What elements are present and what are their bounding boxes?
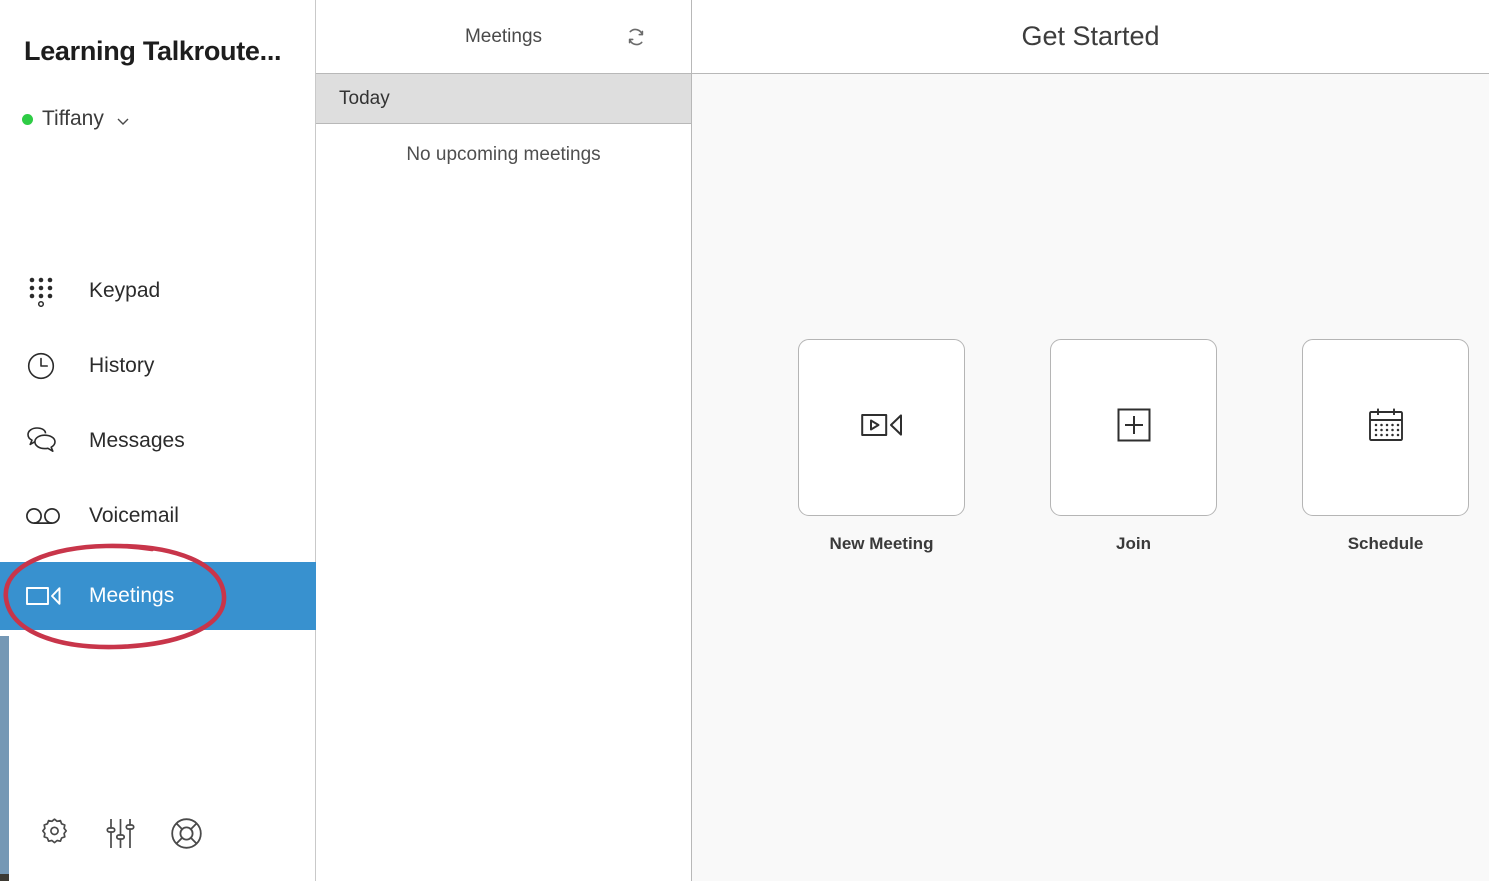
window-left-edge-strip	[0, 636, 9, 881]
presence-status-dot	[22, 113, 33, 125]
meetings-list-panel: Meetings Today No upcoming meetings	[316, 0, 692, 881]
sidebar-item-history[interactable]: History	[0, 337, 316, 394]
join-button[interactable]	[1050, 339, 1217, 516]
sidebar-item-voicemail[interactable]: Voicemail	[0, 487, 316, 544]
get-started-panel: Get Started New Meeting Join Schedule	[692, 0, 1489, 881]
card-label: Schedule	[1347, 534, 1424, 553]
card-label: Join	[1116, 534, 1151, 553]
card-join: Join	[1050, 339, 1217, 554]
sidebar-item-label: History	[89, 353, 155, 377]
gear-icon[interactable]	[38, 817, 71, 855]
quick-action-cards: New Meeting Join Schedule	[692, 339, 1489, 554]
sidebar-bottom-toolbar	[38, 817, 203, 855]
get-started-header: Get Started	[692, 0, 1489, 74]
clock-icon	[26, 351, 68, 381]
empty-state-message: No upcoming meetings	[406, 144, 601, 165]
card-label: New Meeting	[829, 534, 934, 553]
new-meeting-button[interactable]	[798, 339, 965, 516]
panel-title: Meetings	[464, 25, 543, 47]
sidebar-nav: Keypad History Messages Voicemail Meetin…	[0, 262, 316, 630]
video-camera-play-icon	[860, 410, 903, 445]
sidebar-item-label: Messages	[89, 428, 185, 452]
keypad-icon	[26, 275, 68, 307]
video-camera-icon	[26, 584, 68, 608]
sidebar-item-label: Keypad	[89, 278, 161, 302]
sidebar-item-label: Meetings	[89, 584, 175, 607]
user-name: Tiffany	[42, 107, 104, 130]
lifebuoy-icon[interactable]	[170, 817, 203, 855]
card-new-meeting: New Meeting	[798, 339, 965, 554]
window-left-edge-corner	[0, 874, 9, 881]
voicemail-icon	[26, 506, 68, 526]
chevron-down-icon	[116, 114, 129, 126]
sidebar-item-meetings[interactable]: Meetings	[0, 562, 316, 630]
user-menu[interactable]: Tiffany	[22, 104, 129, 134]
sliders-icon[interactable]	[105, 817, 136, 855]
refresh-icon[interactable]	[623, 24, 649, 50]
sidebar: Learning Talkroute... Tiffany Keypad His…	[0, 0, 316, 881]
app-window: Learning Talkroute... Tiffany Keypad His…	[0, 0, 1489, 881]
chat-bubbles-icon	[26, 426, 68, 455]
plus-square-icon	[1117, 408, 1151, 447]
card-schedule: Schedule	[1302, 339, 1469, 554]
sidebar-item-messages[interactable]: Messages	[0, 412, 316, 469]
meetings-panel-header: Meetings	[316, 0, 691, 74]
calendar-icon	[1367, 407, 1405, 448]
brand-title: Learning Talkroute...	[24, 36, 282, 66]
today-section-header: Today	[316, 74, 691, 124]
sidebar-item-keypad[interactable]: Keypad	[0, 262, 316, 319]
sidebar-item-label: Voicemail	[89, 503, 179, 527]
section-label: Today	[339, 87, 390, 109]
schedule-button[interactable]	[1302, 339, 1469, 516]
page-title: Get Started	[1021, 21, 1160, 51]
